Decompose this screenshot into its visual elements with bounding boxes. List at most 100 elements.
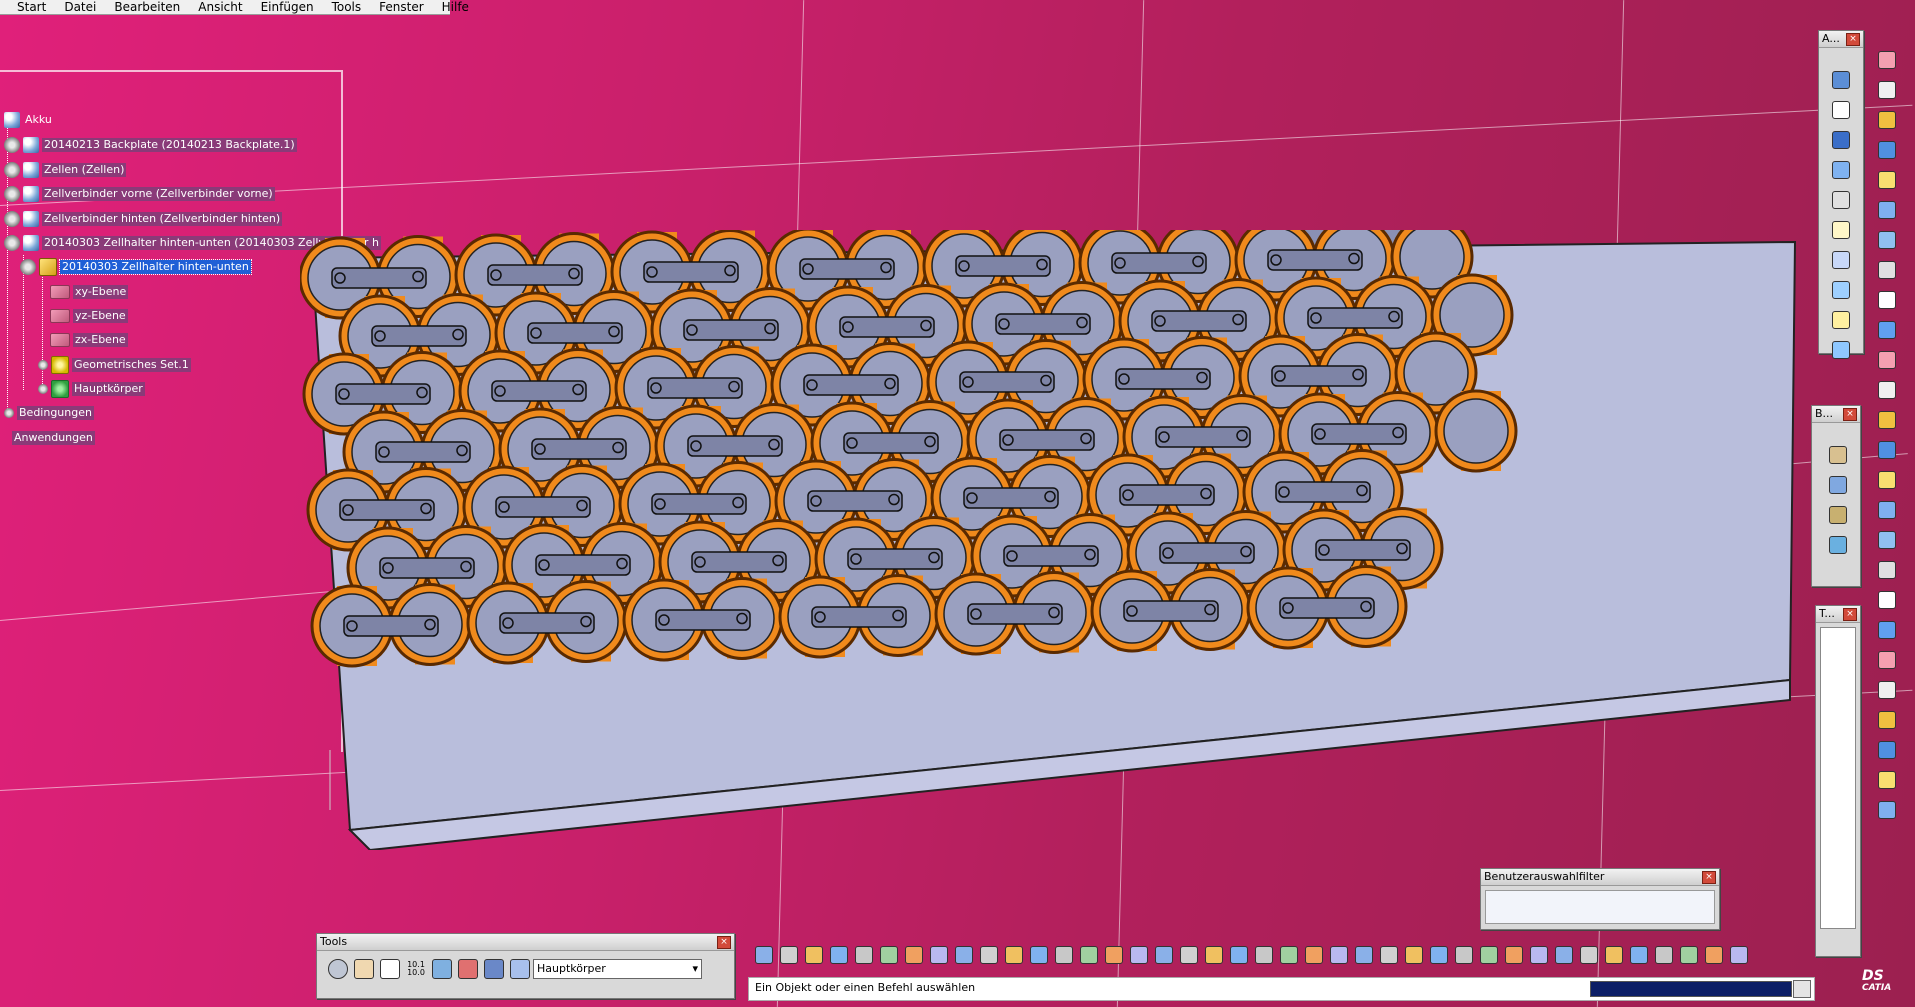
part-button[interactable] <box>1872 107 1902 133</box>
dimension-button[interactable] <box>1127 943 1151 967</box>
zoom-out-button[interactable] <box>952 943 976 967</box>
command-input[interactable] <box>1590 981 1792 997</box>
table-button[interactable] <box>1727 943 1751 967</box>
tree-item-applications[interactable]: Anwendungen <box>12 429 95 447</box>
menu-item-datei[interactable]: Datei <box>55 0 105 14</box>
analysis-button[interactable] <box>1872 287 1902 313</box>
formula-button[interactable] <box>802 943 826 967</box>
part-button[interactable] <box>1872 707 1902 733</box>
measure-button[interactable] <box>1552 943 1576 967</box>
surface-button[interactable] <box>1872 137 1902 163</box>
redo-button[interactable] <box>777 943 801 967</box>
normal-view-button[interactable] <box>977 943 1001 967</box>
menu-item-ansicht[interactable]: Ansicht <box>189 0 251 14</box>
sketch-button[interactable] <box>1872 677 1902 703</box>
table-button[interactable] <box>1277 943 1301 967</box>
close-icon[interactable]: × <box>1843 408 1857 421</box>
tree-item-backplate[interactable]: 20140213 Backplate (20140213 Backplate.1… <box>4 136 297 154</box>
shading-button[interactable] <box>1627 943 1651 967</box>
pan-button[interactable] <box>877 943 901 967</box>
sketch-button[interactable] <box>1872 77 1902 103</box>
menu-item-einfuegen[interactable]: Einfügen <box>252 0 323 14</box>
dimension-button[interactable] <box>1577 943 1601 967</box>
annotation-button[interactable] <box>1152 943 1176 967</box>
rib-button[interactable] <box>1826 217 1856 243</box>
close-icon[interactable]: × <box>1702 871 1716 884</box>
scale-button[interactable] <box>1823 532 1853 558</box>
undo-button[interactable] <box>752 943 776 967</box>
formula-button[interactable] <box>1252 943 1276 967</box>
menu-item-hilfe[interactable]: Hilfe <box>433 0 478 14</box>
measure-button[interactable] <box>1102 943 1126 967</box>
undo-button[interactable] <box>1652 943 1676 967</box>
view-mode-button[interactable] <box>1002 943 1026 967</box>
swap-button[interactable] <box>1052 943 1076 967</box>
view-mode-button[interactable] <box>1452 943 1476 967</box>
boolean-button[interactable] <box>1872 797 1902 823</box>
dress-up-button[interactable] <box>1872 527 1902 553</box>
tree-item-part-selected[interactable]: 20140303 Zellhalter hinten-unten <box>20 258 252 276</box>
update-icon[interactable] <box>325 957 351 981</box>
tree-item-zx-plane[interactable]: zx-Ebene <box>50 331 128 349</box>
pattern-button[interactable] <box>1823 472 1853 498</box>
tree-item-zellverbinder-hinten[interactable]: Zellverbinder hinten (Zellverbinder hint… <box>4 210 283 228</box>
zoom-in-button[interactable] <box>1377 943 1401 967</box>
table-button[interactable] <box>827 943 851 967</box>
select-button[interactable] <box>1872 47 1902 73</box>
shading-button[interactable] <box>1177 943 1201 967</box>
redo-button[interactable] <box>1227 943 1251 967</box>
part-button[interactable] <box>1872 407 1902 433</box>
slot-button[interactable] <box>1826 247 1856 273</box>
shaft-button[interactable] <box>1826 127 1856 153</box>
loft-button[interactable] <box>1826 307 1856 333</box>
close-icon[interactable]: × <box>1843 608 1857 621</box>
tree-item-zellverbinder-vorne[interactable]: Zellverbinder vorne (Zellverbinder vorne… <box>4 185 275 203</box>
rotate-button[interactable] <box>1352 943 1376 967</box>
filter-area[interactable] <box>1485 890 1715 924</box>
menu-item-bearbeiten[interactable]: Bearbeiten <box>105 0 189 14</box>
boolean-button[interactable] <box>1872 197 1902 223</box>
stiffener-button[interactable] <box>1826 277 1856 303</box>
groove-button[interactable] <box>1826 157 1856 183</box>
wireframe-button[interactable] <box>1872 767 1902 793</box>
tree-item-zellen[interactable]: Zellen (Zellen) <box>4 161 127 179</box>
close-icon[interactable]: × <box>1846 33 1860 46</box>
dress-up-button[interactable] <box>1872 227 1902 253</box>
list-icon[interactable] <box>481 957 507 981</box>
formula-button[interactable] <box>1702 943 1726 967</box>
tree-item-main-body[interactable]: Hauptkörper <box>38 380 145 398</box>
model-viewport[interactable] <box>300 230 1820 850</box>
zoom-out-button[interactable] <box>1402 943 1426 967</box>
boolean-button[interactable] <box>1872 497 1902 523</box>
layer-icon[interactable] <box>429 957 455 981</box>
surface-button[interactable] <box>1872 437 1902 463</box>
mirror-button[interactable] <box>1823 502 1853 528</box>
measure-button[interactable] <box>1872 557 1902 583</box>
fit-all-button[interactable] <box>1302 943 1326 967</box>
wireframe-button[interactable] <box>1872 167 1902 193</box>
undo-button[interactable] <box>1202 943 1226 967</box>
body-select[interactable]: Hauptkörper ▾ <box>533 959 702 979</box>
measure-button[interactable] <box>1872 257 1902 283</box>
snap-button[interactable] <box>1527 943 1551 967</box>
menu-item-fenster[interactable]: Fenster <box>370 0 433 14</box>
axis-icon[interactable] <box>377 957 403 981</box>
tree-item-constraints[interactable]: Bedingungen <box>4 404 94 422</box>
hole-button[interactable] <box>1826 187 1856 213</box>
analysis-button[interactable] <box>1872 587 1902 613</box>
render-button[interactable] <box>1872 317 1902 343</box>
menu-item-start[interactable]: Start <box>8 0 55 14</box>
swap-button[interactable] <box>1502 943 1526 967</box>
command-button[interactable] <box>1793 980 1811 998</box>
sketch-button[interactable] <box>1872 377 1902 403</box>
close-icon[interactable]: × <box>717 936 731 949</box>
snap-button[interactable] <box>1077 943 1101 967</box>
tree-item-xy-plane[interactable]: xy-Ebene <box>50 283 129 301</box>
select-button[interactable] <box>1872 347 1902 373</box>
select-button[interactable] <box>1872 647 1902 673</box>
eraser-icon[interactable] <box>507 957 533 981</box>
units-icon[interactable]: 10.1 10.0 <box>403 957 429 981</box>
hide-show-button[interactable] <box>1027 943 1051 967</box>
menu-item-tools[interactable]: Tools <box>323 0 371 14</box>
zoom-in-button[interactable] <box>927 943 951 967</box>
